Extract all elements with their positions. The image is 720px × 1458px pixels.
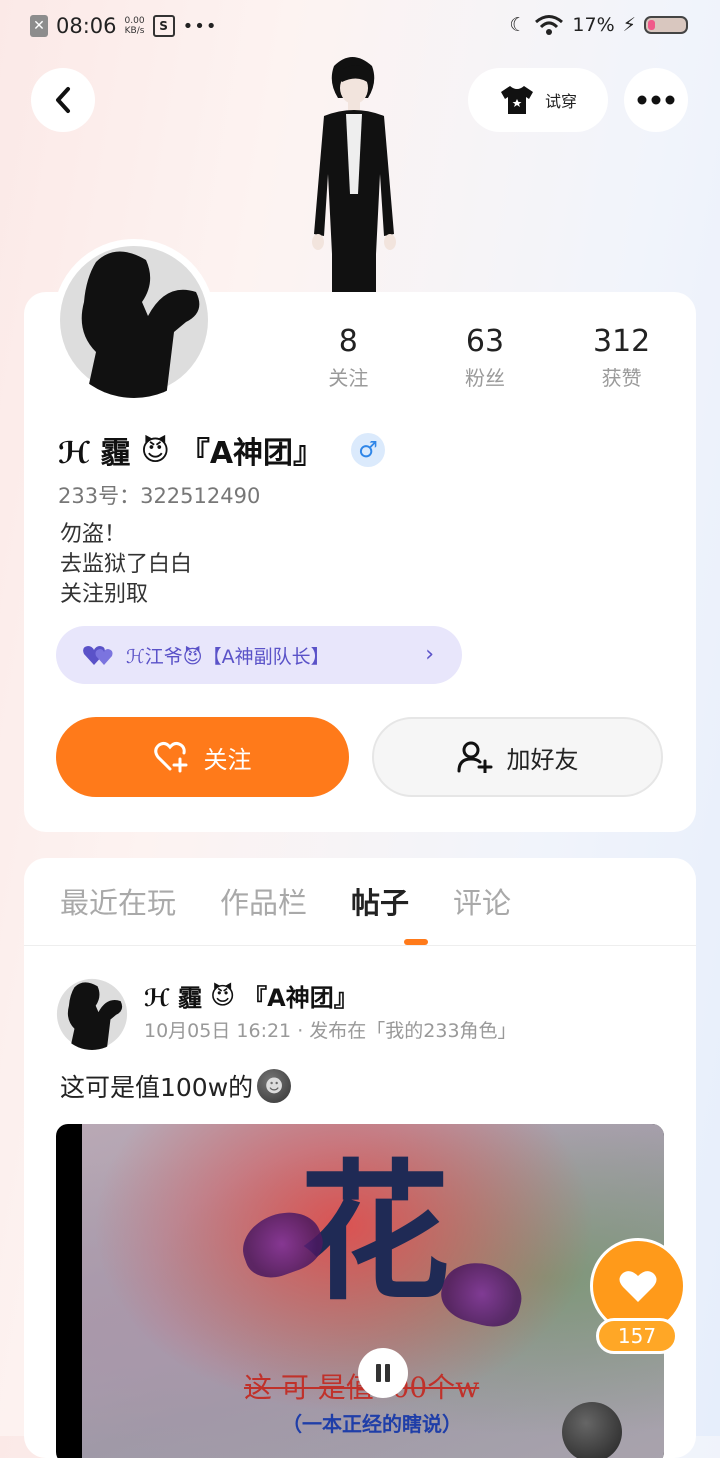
stat-value: 312 <box>593 324 651 359</box>
video-frame-image: 花 这 可 是值100个w （一本正经的瞎说） <box>82 1124 664 1458</box>
more-dots-icon <box>637 95 675 105</box>
heart-plus-icon <box>153 741 187 773</box>
post-video[interactable]: 花 这 可 是值100个w （一本正经的瞎说） <box>56 1124 664 1458</box>
back-button[interactable] <box>31 68 95 132</box>
stat-label: 粉丝 <box>464 366 505 390</box>
tshirt-icon <box>500 86 533 114</box>
try-on-button[interactable]: 试穿 <box>468 68 608 132</box>
name-suffix: 『A神团』 <box>179 436 324 471</box>
stat-fans[interactable]: 63 粉丝 <box>425 324 545 391</box>
stat-label: 关注 <box>328 366 369 390</box>
bio-line: 去监狱了白白 <box>60 552 193 577</box>
avatar-silhouette-image <box>60 246 208 398</box>
bio-line: 勿盗！ <box>60 522 127 547</box>
profile-tabs: 最近在玩 作品栏 帖子 评论 <box>60 880 511 922</box>
stat-likes[interactable]: 312 获赞 <box>562 324 682 391</box>
devil-emoji-icon: 😈 <box>210 981 236 1010</box>
bio-line: 关注别取 <box>60 582 149 607</box>
post-body: 这可是值100w的 <box>60 1073 254 1102</box>
user-id[interactable]: 233号：322512490 <box>58 480 260 510</box>
try-on-label: 试穿 <box>544 92 577 111</box>
network-speed: 0.00 KB/s <box>124 16 145 36</box>
avatar-silhouette-image <box>56 978 128 1050</box>
post-author-avatar[interactable] <box>56 978 128 1050</box>
app-notification-icon: S <box>152 15 175 37</box>
post-text: 这可是值100w的 ☻ <box>60 1068 292 1104</box>
devil-emoji-icon: 😈 <box>140 433 170 467</box>
tab-recently-played[interactable]: 最近在玩 <box>60 880 176 922</box>
author-prefix: ℋ 霾 <box>144 984 203 1012</box>
tab-works[interactable]: 作品栏 <box>220 880 307 922</box>
add-friend-button[interactable]: 加好友 <box>372 717 663 797</box>
close-notification-icon: ✕ <box>30 15 48 37</box>
follow-label: 关注 <box>203 745 252 774</box>
add-user-icon <box>457 741 492 773</box>
add-friend-label: 加好友 <box>506 745 579 774</box>
battery-icon <box>644 16 688 34</box>
smiley-emoji-icon: ☻ <box>257 1069 292 1103</box>
stat-value: 63 <box>465 324 505 359</box>
male-gender-icon: ♂ <box>351 433 386 467</box>
media-subcaption: （一本正经的瞎说） <box>282 1412 462 1436</box>
status-bar: ✕ 08:06 0.00 KB/s S ••• ☾ 17% ⚡ <box>0 0 720 56</box>
avatar-character-figure <box>312 57 396 294</box>
stat-value: 8 <box>338 324 358 359</box>
post-meta: 10月05日 16:21 · 发布在「我的233角色」 <box>144 1020 517 1042</box>
wifi-icon <box>535 15 564 35</box>
more-notifications-icon: ••• <box>182 15 218 37</box>
post-author-name[interactable]: ℋ 霾 😈 『A神团』 <box>144 978 358 1013</box>
posts-card: 最近在玩 作品栏 帖子 评论 ℋ 霾 😈 『A神团』 10月05日 16:21 … <box>24 858 696 1458</box>
name-prefix: ℋ 霾 <box>58 436 131 471</box>
profile-avatar[interactable] <box>56 242 212 398</box>
double-heart-icon <box>83 646 113 665</box>
battery-percent: 17% <box>572 14 615 36</box>
follow-button[interactable]: 关注 <box>56 717 349 797</box>
chevron-right-icon: › <box>425 642 434 667</box>
moon-icon: ☾ <box>509 14 527 36</box>
media-big-char: 花 <box>300 1145 451 1321</box>
tab-posts[interactable]: 帖子 <box>351 880 409 922</box>
heart-icon <box>619 1271 657 1302</box>
profile-bio: 勿盗！ 去监狱了白白 关注别取 <box>60 520 192 610</box>
profile-stats: 8 关注 63 粉丝 312 获赞 <box>280 324 690 391</box>
charging-icon: ⚡ <box>622 14 636 36</box>
team-badge-button[interactable]: ℋ江爷😈【A神副队长】 › <box>56 626 462 684</box>
smiley-emoji-icon <box>562 1402 622 1458</box>
profile-name: ℋ 霾 😈 『A神团』 ♂ <box>58 428 386 472</box>
status-time: 08:06 <box>56 14 117 38</box>
chevron-left-icon <box>56 87 70 113</box>
pause-button[interactable] <box>358 1348 408 1398</box>
tabs-divider <box>24 945 696 946</box>
stat-label: 获赞 <box>601 366 642 390</box>
like-count: 157 <box>596 1318 678 1354</box>
tab-comments[interactable]: 评论 <box>453 880 511 922</box>
team-label: ℋ江爷😈【A神副队长】 <box>126 645 330 668</box>
author-suffix: 『A神团』 <box>243 984 358 1012</box>
more-options-button[interactable] <box>624 68 688 132</box>
stat-following[interactable]: 8 关注 <box>288 324 408 391</box>
